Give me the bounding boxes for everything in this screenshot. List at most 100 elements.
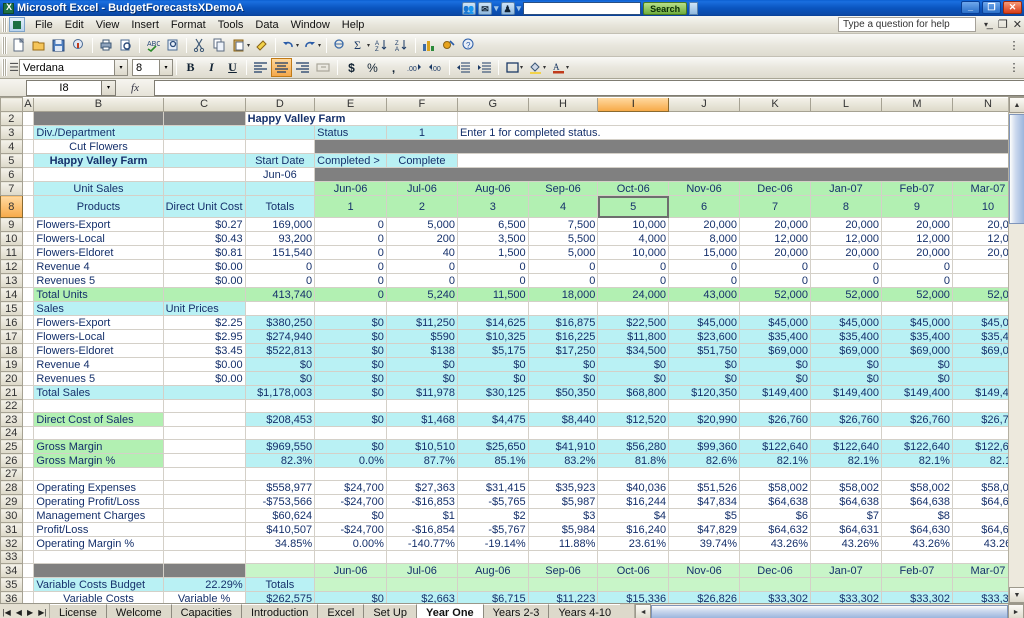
sales-value[interactable]: $10,325 bbox=[457, 330, 528, 344]
sales-value[interactable]: $16,875 bbox=[528, 316, 598, 330]
empty-cell[interactable] bbox=[163, 468, 245, 481]
search-button[interactable]: Search bbox=[643, 2, 687, 15]
sales-value[interactable]: $0 bbox=[386, 372, 457, 386]
sales-value[interactable]: $0 bbox=[740, 358, 811, 372]
unit-value[interactable]: 0 bbox=[740, 274, 811, 288]
total-sales-value[interactable]: $30,125 bbox=[457, 386, 528, 400]
empty-cell[interactable] bbox=[528, 400, 598, 413]
sales-value[interactable]: $11,800 bbox=[598, 330, 669, 344]
unit-value[interactable]: 5,500 bbox=[528, 232, 598, 246]
column-header-M[interactable]: M bbox=[881, 98, 952, 112]
gross-margin-value[interactable]: $122,640 bbox=[881, 440, 952, 454]
sales-value[interactable]: $0 bbox=[315, 344, 387, 358]
empty-cell[interactable] bbox=[22, 386, 34, 400]
empty-cell[interactable] bbox=[386, 302, 457, 316]
sheet-tab-welcome[interactable]: Welcome bbox=[106, 604, 171, 618]
gross-margin-value[interactable]: $99,360 bbox=[669, 440, 740, 454]
direct-cost-label[interactable]: Direct Cost of Sales bbox=[34, 413, 163, 427]
vertical-scroll-thumb[interactable] bbox=[1009, 114, 1024, 224]
month-number-4[interactable]: 4 bbox=[528, 196, 598, 218]
horizontal-scroll-thumb[interactable] bbox=[651, 605, 1008, 618]
sales-value[interactable]: $0 bbox=[881, 372, 952, 386]
column-header-I[interactable]: I bbox=[598, 98, 669, 112]
variable-costs-budget-label[interactable]: Variable Costs Budget bbox=[34, 578, 163, 592]
sort-asc-icon[interactable]: AZ bbox=[372, 36, 392, 55]
gross-margin-pct-value[interactable]: 82.1% bbox=[881, 454, 952, 468]
column-header-K[interactable]: K bbox=[740, 98, 811, 112]
operating-expenses-value[interactable]: $51,526 bbox=[669, 481, 740, 495]
bold-button[interactable]: B bbox=[180, 58, 201, 77]
menu-item-window[interactable]: Window bbox=[285, 18, 336, 32]
empty-cell[interactable] bbox=[598, 551, 669, 564]
tab-prev-button[interactable]: ◀ bbox=[16, 608, 22, 617]
gross-margin-value[interactable]: $122,640 bbox=[740, 440, 811, 454]
empty-cell[interactable] bbox=[163, 182, 245, 196]
operating-expenses-value[interactable]: $58,002 bbox=[740, 481, 811, 495]
month-number-6[interactable]: 6 bbox=[669, 196, 740, 218]
column-header-B[interactable]: B bbox=[34, 98, 163, 112]
div-department-label[interactable]: Div./Department bbox=[34, 126, 163, 140]
column-header-J[interactable]: J bbox=[669, 98, 740, 112]
sheet-tab-license[interactable]: License bbox=[50, 604, 106, 618]
month-header-8[interactable]: Jan-07 bbox=[811, 182, 882, 196]
empty-cell[interactable] bbox=[245, 302, 315, 316]
empty-cell[interactable] bbox=[528, 551, 598, 564]
sales-value[interactable]: $11,250 bbox=[386, 316, 457, 330]
underline-button[interactable]: U bbox=[222, 58, 243, 77]
operating-expenses-value[interactable]: $58,002 bbox=[811, 481, 882, 495]
total-units-value[interactable]: 52,000 bbox=[881, 288, 952, 302]
direct-cost-value[interactable]: $1,468 bbox=[386, 413, 457, 427]
operating-expenses-value[interactable]: $40,036 bbox=[598, 481, 669, 495]
unit-value[interactable]: 20,000 bbox=[881, 218, 952, 232]
operating-expenses-label[interactable]: Operating Expenses bbox=[34, 481, 163, 495]
variable-costs-value[interactable]: $33,302 bbox=[881, 592, 952, 604]
vc-month-header-3[interactable]: Aug-06 bbox=[457, 564, 528, 578]
complete-label[interactable]: Complete bbox=[386, 154, 457, 168]
empty-cell[interactable] bbox=[34, 468, 163, 481]
profit-loss-value[interactable]: -$24,700 bbox=[315, 523, 387, 537]
total-units-value[interactable]: 52,000 bbox=[740, 288, 811, 302]
row-header-13[interactable]: 13 bbox=[1, 274, 23, 288]
operating-margin-pct-value[interactable]: 43.26% bbox=[740, 537, 811, 551]
empty-cell[interactable] bbox=[457, 578, 528, 592]
profit-loss-value[interactable]: -$5,767 bbox=[457, 523, 528, 537]
italic-button[interactable]: I bbox=[201, 58, 222, 77]
empty-cell[interactable] bbox=[669, 400, 740, 413]
font-name-input[interactable]: Verdana bbox=[19, 59, 115, 76]
empty-cell[interactable] bbox=[163, 509, 245, 523]
direct-cost-value[interactable]: $20,990 bbox=[669, 413, 740, 427]
unit-value[interactable]: 5,000 bbox=[528, 246, 598, 260]
column-header-E[interactable]: E bbox=[315, 98, 387, 112]
empty-cell[interactable] bbox=[386, 551, 457, 564]
doc-close-button[interactable]: ✕ bbox=[1013, 18, 1022, 31]
profit-loss-label[interactable]: Profit/Loss bbox=[34, 523, 163, 537]
menu-grip[interactable] bbox=[2, 18, 7, 32]
unit-value[interactable]: 20,000 bbox=[811, 246, 882, 260]
align-center-icon[interactable] bbox=[271, 58, 292, 77]
font-color-dropdown-icon[interactable]: ▾ bbox=[566, 64, 569, 71]
mail-icon[interactable]: ✉ bbox=[478, 2, 492, 15]
variable-costs-total[interactable]: $262,575 bbox=[245, 592, 315, 604]
column-header-G[interactable]: G bbox=[457, 98, 528, 112]
management-charges-value[interactable]: $7 bbox=[811, 509, 882, 523]
empty-cell[interactable] bbox=[22, 288, 34, 302]
sales-total[interactable]: $522,813 bbox=[245, 344, 315, 358]
empty-cell[interactable] bbox=[881, 578, 952, 592]
empty-cell[interactable] bbox=[163, 495, 245, 509]
band-cell[interactable] bbox=[315, 140, 1024, 154]
total-sales-value[interactable]: $0 bbox=[315, 386, 387, 400]
empty-cell[interactable] bbox=[245, 126, 315, 140]
empty-cell[interactable] bbox=[22, 551, 34, 564]
empty-cell[interactable] bbox=[163, 427, 245, 440]
empty-cell[interactable] bbox=[22, 218, 34, 232]
operating-expenses-value[interactable]: $31,415 bbox=[457, 481, 528, 495]
row-header-11[interactable]: 11 bbox=[1, 246, 23, 260]
tab-last-button[interactable]: ▶| bbox=[38, 608, 46, 617]
print-icon[interactable] bbox=[96, 36, 116, 55]
decrease-indent-icon[interactable] bbox=[453, 58, 474, 77]
empty-cell[interactable] bbox=[669, 578, 740, 592]
direct-cost-value[interactable]: $4,475 bbox=[457, 413, 528, 427]
increase-decimal-icon[interactable]: .00 bbox=[404, 58, 425, 77]
operating-expenses-total[interactable]: $558,977 bbox=[245, 481, 315, 495]
direct-cost-value[interactable]: $26,760 bbox=[740, 413, 811, 427]
